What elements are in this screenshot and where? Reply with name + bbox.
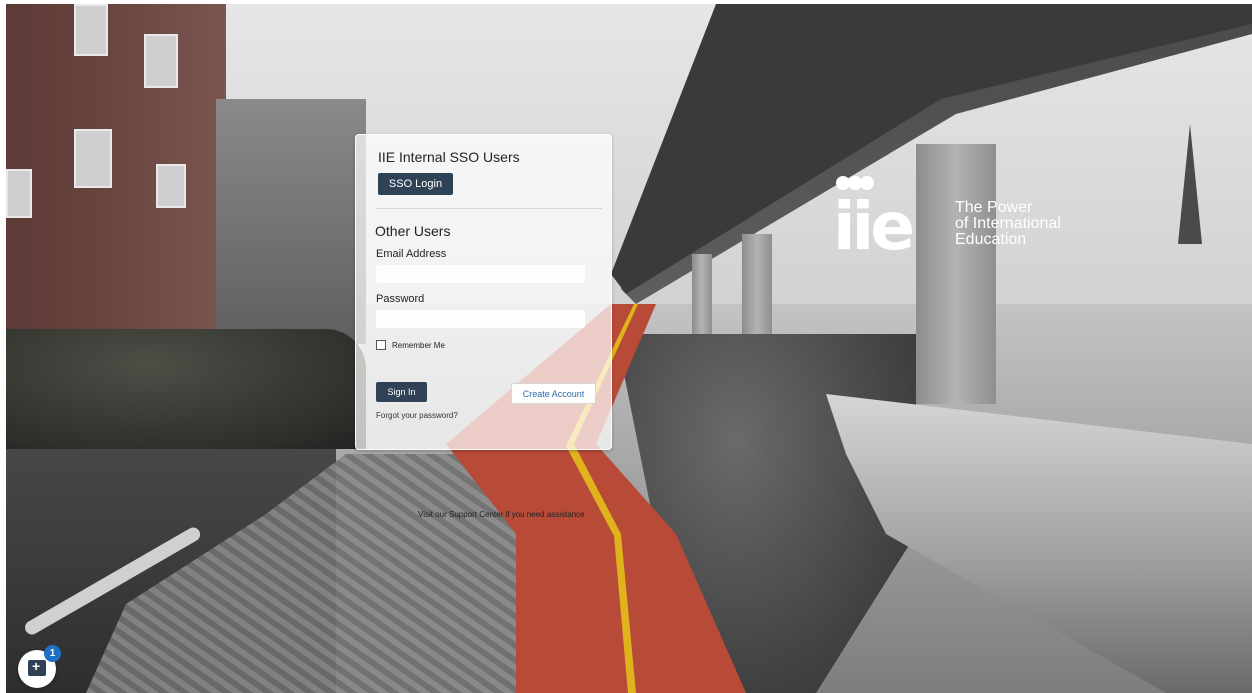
pillar [692,254,712,334]
tagline-line: of International [955,215,1061,232]
support-text[interactable]: Visit our Support Center if you need ass… [418,510,585,519]
sso-heading: IIE Internal SSO Users [378,149,520,165]
building-left [6,4,226,349]
forgot-password-link[interactable]: Forgot your password? [376,411,458,420]
password-label: Password [376,293,425,305]
iie-logo: iie The Power of International Education [833,176,1093,266]
remember-me-label: Remember Me [392,340,445,350]
background-photo [6,4,1252,693]
tagline-line: Education [955,231,1027,248]
logo-tagline: The Power of International Education [955,200,1061,248]
email-label: Email Address [376,248,447,260]
email-field[interactable] [376,265,585,283]
create-account-button[interactable]: Create Account [511,383,596,404]
password-field[interactable] [376,310,585,328]
remember-me-checkbox[interactable] [376,340,386,350]
chat-add-icon [28,658,46,676]
divider [376,208,602,209]
sso-login-button[interactable]: SSO Login [378,173,453,195]
login-card: IIE Internal SSO Users SSO Login Other U… [355,134,612,450]
sign-in-button[interactable]: Sign In [376,382,427,402]
other-users-heading: Other Users [375,223,451,239]
hedge [6,329,366,449]
building-middle [216,99,366,344]
logo-mark: iie [833,188,915,265]
notification-badge: 1 [44,645,61,662]
remember-me[interactable]: Remember Me [376,340,445,350]
tagline-line: The Power [955,199,1033,216]
